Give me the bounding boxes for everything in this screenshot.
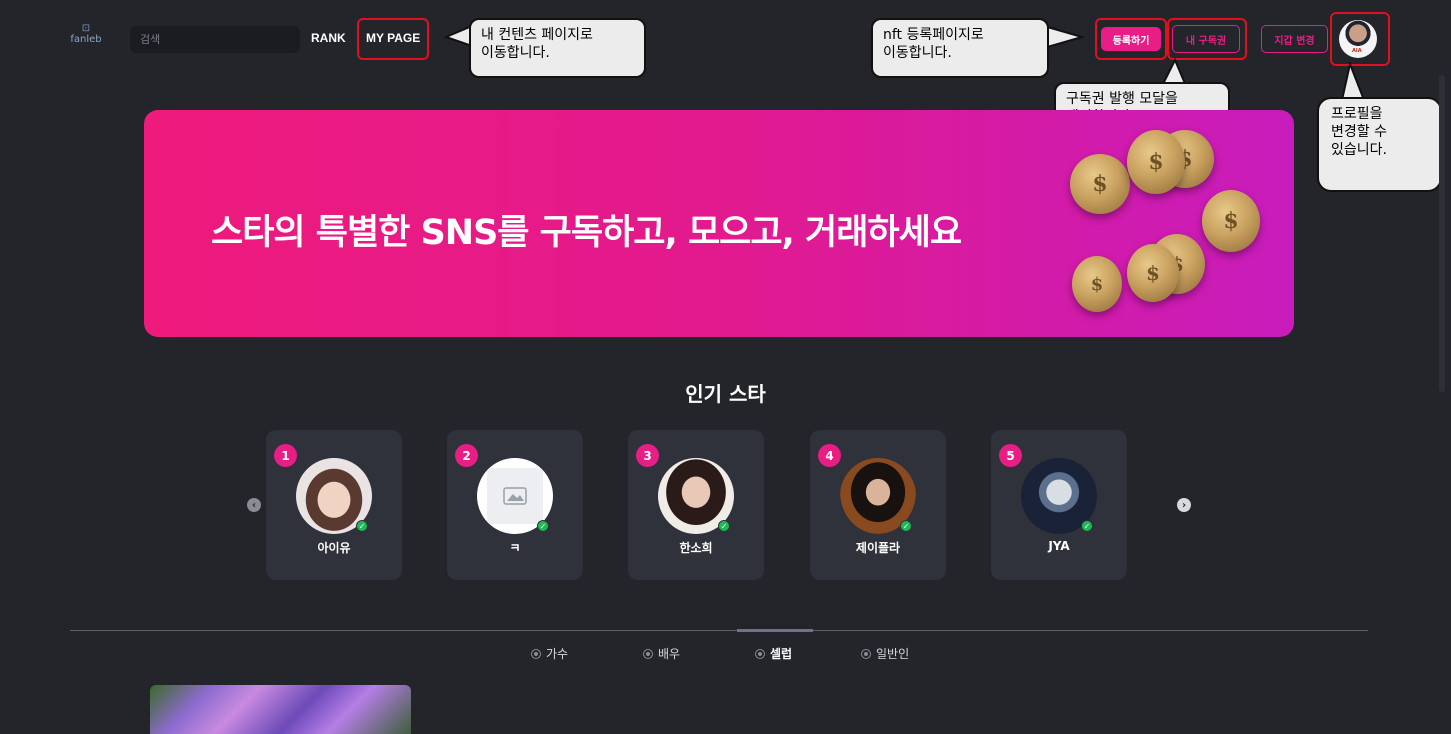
tab-celeb[interactable]: 셀럽 <box>755 645 792 662</box>
tabs-divider <box>70 630 1368 631</box>
star-name: JYA <box>1048 539 1070 553</box>
callout-mypage: 내 컨텐츠 페이지로 이동합니다. <box>469 18 646 78</box>
search-input[interactable] <box>130 26 300 53</box>
tab-singer[interactable]: 가수 <box>531 645 568 662</box>
nav-rank[interactable]: RANK <box>311 31 346 45</box>
radio-icon <box>861 648 871 659</box>
banner-title: 스타의 특별한 SNS를 구독하고, 모으고, 거래하세요 <box>211 213 962 253</box>
tab-label: 배우 <box>658 647 681 661</box>
coin-icon: $ <box>1202 190 1260 252</box>
star-card[interactable]: 1 ✓ 아이유 <box>266 430 402 580</box>
star-card[interactable]: 5 ✓ JYA <box>991 430 1127 580</box>
hero-banner[interactable]: 스타의 특별한 SNS를 구독하고, 모으고, 거래하세요 $ $ $ $ $ … <box>144 110 1294 337</box>
tab-actor[interactable]: 배우 <box>643 645 680 662</box>
callout-profile: 프로필을 변경할 수 있습니다. <box>1317 97 1442 192</box>
annotation-box-register <box>1095 18 1167 60</box>
image-placeholder-icon <box>487 468 543 524</box>
coin-icon: $ <box>1127 244 1179 302</box>
rank-badge: 1 <box>274 444 297 467</box>
rank-badge: 2 <box>455 444 478 467</box>
active-tab-indicator <box>737 629 813 632</box>
radio-icon <box>643 648 653 659</box>
star-name: 한소희 <box>679 541 713 555</box>
star-card[interactable]: 3 ✓ 한소희 <box>628 430 764 580</box>
verified-check-icon: ✓ <box>537 520 549 532</box>
star-card[interactable]: 2 ✓ ㅋ <box>447 430 583 580</box>
tab-label: 셀럽 <box>770 647 793 661</box>
tab-general[interactable]: 일반인 <box>861 645 909 662</box>
verified-check-icon: ✓ <box>718 520 730 532</box>
coin-icon: $ <box>1070 154 1130 214</box>
verified-check-icon: ✓ <box>900 520 912 532</box>
logo-text: fanleb <box>70 34 102 45</box>
fanleb-logo[interactable]: ⊡ fanleb <box>68 24 104 56</box>
content-thumbnail[interactable] <box>150 685 411 734</box>
verified-check-icon: ✓ <box>1081 520 1093 532</box>
carousel-prev-icon[interactable]: ‹ <box>247 498 261 512</box>
star-name: 제이플라 <box>855 541 901 555</box>
logo-mark-icon: ⊡ <box>81 23 91 34</box>
coin-icon: $ <box>1127 130 1185 194</box>
rank-badge: 4 <box>818 444 841 467</box>
carousel-next-icon[interactable]: › <box>1177 498 1191 512</box>
coin-icon: $ <box>1072 256 1122 312</box>
annotation-box-profile <box>1330 12 1390 66</box>
wallet-change-button[interactable]: 지갑 변경 <box>1261 25 1328 53</box>
radio-icon <box>755 648 765 659</box>
tab-label: 가수 <box>546 647 569 661</box>
popular-stars-title: 인기 스타 <box>685 382 766 406</box>
verified-check-icon: ✓ <box>356 520 368 532</box>
rank-badge: 3 <box>636 444 659 467</box>
annotation-box-subscription <box>1167 18 1247 60</box>
callout-tail-profile <box>1340 62 1366 101</box>
annotation-box-mypage <box>357 18 429 60</box>
scrollbar[interactable] <box>1439 75 1445 392</box>
tab-label: 일반인 <box>876 647 910 661</box>
star-name: ㅋ <box>509 541 521 555</box>
rank-badge: 5 <box>999 444 1022 467</box>
callout-register: nft 등록페이지로 이동합니다. <box>871 18 1049 78</box>
star-card[interactable]: 4 ✓ 제이플라 <box>810 430 946 580</box>
star-name: 아이유 <box>317 541 351 555</box>
radio-icon <box>531 648 541 659</box>
